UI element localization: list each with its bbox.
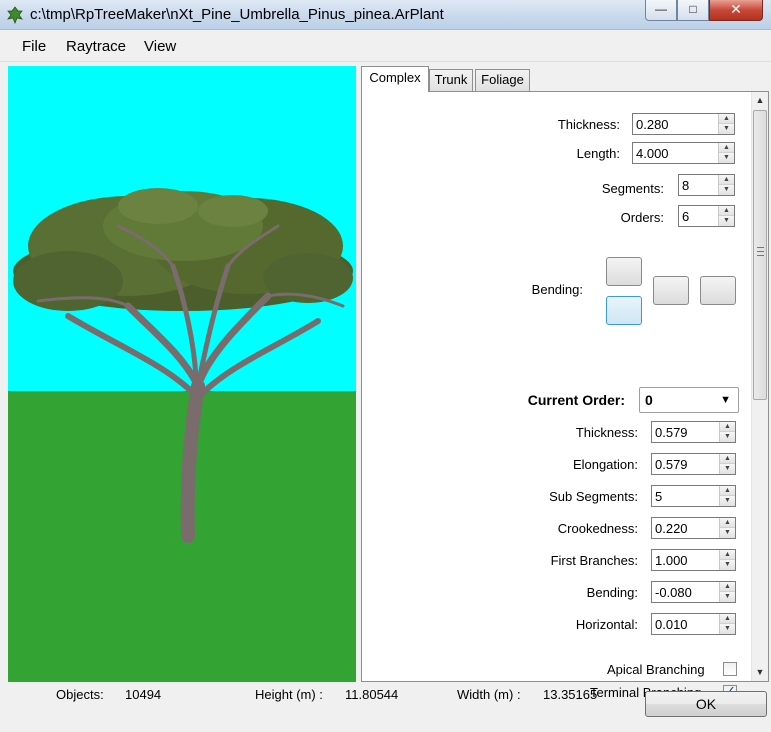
segments-stepper[interactable]: ▲▼ [678,174,735,196]
current-order-label: Current Order: [527,392,625,408]
spin-down-icon[interactable]: ▼ [720,432,735,442]
title-bar: c:\tmp\RpTreeMaker\nXt_Pine_Umbrella_Pin… [0,0,771,30]
spin-up-icon[interactable]: ▲ [720,614,735,624]
orders-input[interactable] [679,206,717,226]
spin-up-icon[interactable]: ▲ [719,114,734,124]
current-order-select[interactable]: 0 ▼ [639,387,739,413]
complex-tab-content: Thickness: ▲▼ Length: ▲▼ Segments: ▲▼ Or… [361,91,769,700]
menu-bar: File Raytrace View [0,31,771,62]
bending-side-button[interactable] [653,276,689,305]
scroll-down-icon[interactable]: ▼ [752,664,768,681]
minimize-button[interactable]: — [645,0,677,21]
spin-down-icon[interactable]: ▼ [719,153,734,163]
horizontal-label: Horizontal: [575,617,638,632]
scrollbar-thumb[interactable] [753,110,767,400]
spin-up-icon[interactable]: ▲ [720,518,735,528]
segments-input[interactable] [679,175,717,195]
spin-down-icon[interactable]: ▼ [720,560,735,570]
orders-stepper[interactable]: ▲▼ [678,205,735,227]
crookedness-stepper[interactable]: ▲▼ [651,517,736,539]
objects-label: Objects: [56,687,104,702]
spin-down-icon[interactable]: ▼ [720,464,735,474]
tree-render [13,188,353,543]
crookedness-label: Crookedness: [557,521,638,536]
order-bending-label: Bending: [586,585,638,600]
bending-selector-label: Bending: [531,282,583,297]
tree-viewport[interactable] [8,66,356,682]
panel-scrollbar[interactable]: ▲ ▼ [751,92,768,681]
spin-up-icon[interactable]: ▲ [719,206,734,216]
property-panel: Complex Trunk Foliage Thickness: ▲▼ Leng… [359,66,771,700]
spin-down-icon[interactable]: ▼ [719,124,734,134]
spin-down-icon[interactable]: ▼ [720,624,735,634]
first-branches-input[interactable] [652,550,718,570]
order-thickness-stepper[interactable]: ▲▼ [651,421,736,443]
elongation-stepper[interactable]: ▲▼ [651,453,736,475]
order-bending-stepper[interactable]: ▲▼ [651,581,736,603]
spin-up-icon[interactable]: ▲ [719,175,734,185]
chevron-down-icon: ▼ [720,394,731,406]
elongation-input[interactable] [652,454,718,474]
spin-up-icon[interactable]: ▲ [720,582,735,592]
objects-value: 10494 [125,687,162,702]
spin-down-icon[interactable]: ▼ [719,216,734,226]
maximize-button[interactable]: □ [677,0,709,21]
length-label: Length: [576,146,620,161]
close-button[interactable]: ✕ [709,0,763,21]
menu-raytrace[interactable]: Raytrace [66,38,126,55]
spin-up-icon[interactable]: ▲ [720,486,735,496]
spin-down-icon[interactable]: ▼ [720,528,735,538]
tab-foliage[interactable]: Foliage [475,69,530,91]
spin-down-icon[interactable]: ▼ [720,592,735,602]
order-bending-input[interactable] [652,582,718,602]
order-thickness-label: Thickness: [575,425,638,440]
scroll-up-icon[interactable]: ▲ [752,92,768,109]
thickness-input[interactable] [633,114,717,134]
tab-complex[interactable]: Complex [361,66,429,92]
sub-segments-stepper[interactable]: ▲▼ [651,485,736,507]
width-label: Width (m) : [457,687,521,702]
spin-up-icon[interactable]: ▲ [720,550,735,560]
orders-label: Orders: [620,210,664,225]
first-branches-stepper[interactable]: ▲▼ [651,549,736,571]
height-label: Height (m) : [255,687,323,702]
horizontal-input[interactable] [652,614,718,634]
order-thickness-input[interactable] [652,422,718,442]
spin-down-icon[interactable]: ▼ [720,496,735,506]
first-branches-label: First Branches: [550,553,638,568]
apical-branching-label: Apical Branching [607,662,705,677]
menu-file[interactable]: File [22,38,46,55]
height-value: 11.80544 [345,687,399,702]
crookedness-input[interactable] [652,518,718,538]
spin-up-icon[interactable]: ▲ [719,143,734,153]
horizontal-stepper[interactable]: ▲▼ [651,613,736,635]
current-order-value: 0 [645,392,653,408]
apical-branching-checkbox[interactable] [723,662,737,676]
bending-down-button[interactable] [606,296,642,325]
ok-button[interactable]: OK [645,691,767,717]
window-title: c:\tmp\RpTreeMaker\nXt_Pine_Umbrella_Pin… [30,6,444,23]
sub-segments-input[interactable] [652,486,718,506]
spin-up-icon[interactable]: ▲ [720,454,735,464]
width-value: 13.35165 [543,687,598,702]
app-window: c:\tmp\RpTreeMaker\nXt_Pine_Umbrella_Pin… [0,0,771,732]
thickness-stepper[interactable]: ▲▼ [632,113,735,135]
sub-segments-label: Sub Segments: [549,489,638,504]
leaf-icon [7,6,23,24]
menu-view[interactable]: View [144,38,176,55]
spin-up-icon[interactable]: ▲ [720,422,735,432]
spin-down-icon[interactable]: ▼ [719,185,734,195]
length-input[interactable] [633,143,717,163]
bending-up-button[interactable] [606,257,642,286]
elongation-label: Elongation: [572,457,638,472]
tab-trunk[interactable]: Trunk [429,69,473,91]
length-stepper[interactable]: ▲▼ [632,142,735,164]
bending-flat-button[interactable] [700,276,736,305]
segments-label: Segments: [601,181,664,196]
grip-icon [757,247,764,256]
thickness-label: Thickness: [557,117,620,132]
